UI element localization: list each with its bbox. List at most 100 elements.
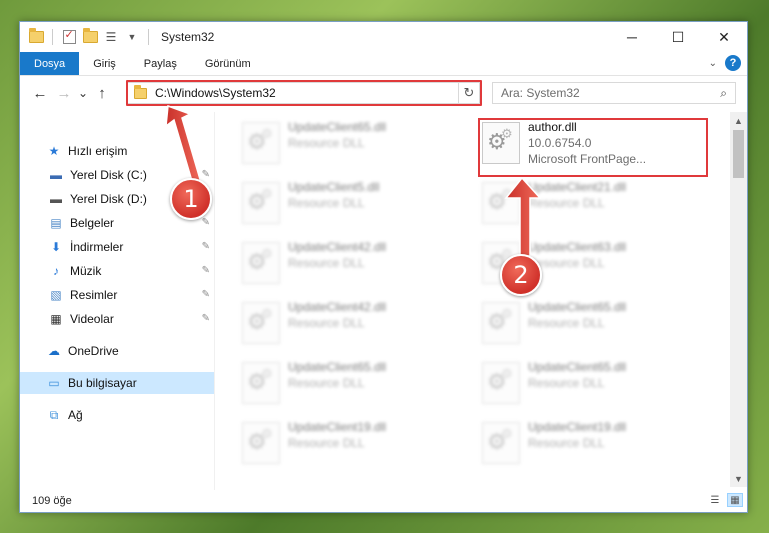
scrollbar-thumb[interactable] — [733, 130, 744, 178]
drive-icon: ▬ — [50, 192, 62, 206]
recent-locations-button[interactable]: ⌄ — [76, 81, 90, 105]
expand-ribbon-icon[interactable]: ⌄ — [709, 58, 717, 69]
file-description: Resource DLL — [528, 436, 605, 450]
minimize-button[interactable]: ─ — [609, 22, 655, 52]
file-info: UpdateClient42.dll Resource DLL — [288, 239, 386, 271]
file-item[interactable]: UpdateClient19.dll Resource DLL — [236, 416, 461, 472]
navigation-bar: ← → ⌄ ↑ C:\Windows\System32 ⌄ ↻ Ara: Sys… — [20, 77, 747, 109]
toolbar-divider — [52, 29, 53, 45]
file-description: Resource DLL — [528, 376, 605, 390]
file-info: UpdateClient42.dll Resource DLL — [288, 299, 386, 331]
file-item[interactable]: UpdateClient65.dll Resource DLL — [476, 296, 701, 352]
folder-icon — [28, 28, 44, 45]
ribbon-right-controls: ⌄ ? — [709, 55, 741, 71]
file-item[interactable]: UpdateClient65.dll Resource DLL — [236, 116, 461, 172]
help-icon[interactable]: ? — [725, 55, 741, 71]
ribbon-tabs: Dosya Giriş Paylaş Görünüm ⌄ ? — [20, 52, 747, 76]
file-item[interactable]: UpdateClient65.dll Resource DLL — [476, 356, 701, 412]
file-name: UpdateClient19.dll — [528, 420, 627, 434]
computer-icon: ▭ — [48, 376, 60, 390]
dll-file-icon — [242, 242, 280, 284]
sidebar-item[interactable]: ▦ Videolar ✎ — [20, 308, 214, 330]
properties-icon[interactable] — [61, 28, 77, 45]
videos-icon: ▦ — [50, 312, 62, 326]
maximize-button[interactable]: ☐ — [655, 22, 701, 52]
dll-file-icon — [242, 362, 280, 404]
scroll-up-icon[interactable]: ▲ — [730, 112, 747, 129]
tab-view[interactable]: Görünüm — [191, 52, 265, 75]
pin-icon[interactable]: ✎ — [202, 289, 210, 300]
documents-icon: ▤ — [50, 216, 62, 230]
details-view-icon[interactable]: ☰ — [707, 493, 723, 507]
file-item[interactable]: UpdateClient42.dll Resource DLL — [236, 296, 461, 352]
dll-file-icon — [242, 422, 280, 464]
annotation-badge-1: 1 — [170, 178, 212, 220]
quick-access-toolbar: ☰ ▼ System32 — [20, 22, 214, 52]
sidebar-item-label: OneDrive — [68, 344, 119, 358]
downloads-icon: ⬇ — [50, 240, 62, 254]
sidebar-item-label: Müzik — [70, 264, 102, 278]
sidebar-item[interactable]: ⬇ İndirmeler ✎ — [20, 236, 214, 258]
file-description: Resource DLL — [288, 136, 365, 150]
back-button[interactable]: ← — [28, 81, 52, 105]
scroll-down-icon[interactable]: ▼ — [730, 470, 747, 487]
file-explorer-window: ☰ ▼ System32 ─ ☐ ✕ Dosya Giriş Paylaş Gö… — [19, 21, 748, 513]
file-list: UpdateClient65.dllResource DLL UpdateClie… — [216, 112, 730, 492]
forward-button[interactable]: → — [52, 81, 76, 105]
pin-icon[interactable]: ✎ — [202, 265, 210, 276]
file-highlight-box — [478, 118, 708, 177]
file-description: Resource DLL — [288, 316, 365, 330]
file-item[interactable]: UpdateClient42.dll Resource DLL — [236, 236, 461, 292]
pin-icon[interactable]: ✎ — [202, 217, 210, 228]
pictures-icon: ▧ — [50, 288, 62, 302]
search-icon[interactable]: ⌕ — [720, 86, 727, 101]
file-item[interactable]: UpdateClient19.dll Resource DLL — [476, 416, 701, 472]
file-description: Resource DLL — [288, 376, 365, 390]
file-name: UpdateClient42.dll — [288, 300, 387, 314]
file-item[interactable]: UpdateClient65.dll Resource DLL — [236, 356, 461, 412]
sidebar-item[interactable]: ⧉ Ağ — [20, 404, 214, 426]
up-button[interactable]: ↑ — [90, 81, 114, 105]
star-icon: ★ — [48, 144, 60, 158]
file-description: Resource DLL — [288, 256, 365, 270]
toolbar-divider — [148, 29, 149, 45]
view-toggle: ☰ ▦ — [707, 493, 743, 507]
sidebar-item-label: Belgeler — [70, 216, 115, 230]
sidebar-item[interactable]: ▭ Bu bilgisayar — [20, 372, 214, 394]
status-bar: 109 öğe ☰ ▦ — [20, 490, 747, 512]
pin-icon[interactable]: ✎ — [202, 313, 210, 324]
sidebar-item[interactable]: ☁ OneDrive — [20, 340, 214, 362]
file-info: UpdateClient65.dll Resource DLL — [528, 359, 626, 391]
annotation-arrow-2 — [504, 176, 542, 257]
pin-icon[interactable]: ✎ — [202, 241, 210, 252]
file-description: Resource DLL — [288, 196, 365, 210]
customize-toolbar-icon[interactable]: ☰ — [103, 29, 119, 45]
annotation-badge-2: 2 — [500, 254, 542, 296]
sidebar-item-label: İndirmeler — [70, 240, 124, 254]
chevron-down-icon[interactable]: ▼ — [124, 29, 140, 45]
tab-file[interactable]: Dosya — [20, 52, 80, 75]
dll-file-icon — [242, 302, 280, 344]
file-info: UpdateClient65.dll Resource DLL — [288, 119, 386, 151]
item-count: 109 öğe — [32, 495, 72, 507]
sidebar-item[interactable]: ▧ Resimler ✎ — [20, 284, 214, 306]
file-description: Resource DLL — [528, 316, 605, 330]
search-input[interactable]: Ara: System32 ⌕ — [492, 82, 736, 104]
large-icons-view-icon[interactable]: ▦ — [727, 493, 743, 507]
close-button[interactable]: ✕ — [701, 22, 747, 52]
file-info: UpdateClient5.dll Resource DLL — [288, 179, 379, 211]
tab-share[interactable]: Paylaş — [130, 52, 191, 75]
vertical-scrollbar[interactable]: ▲ ▼ — [730, 112, 747, 487]
file-name: UpdateClient5.dll — [288, 180, 380, 194]
sidebar-item-label: Yerel Disk (D:) — [70, 192, 147, 206]
sidebar-item-label: Yerel Disk (C:) — [70, 168, 147, 182]
tab-home[interactable]: Giriş — [79, 52, 130, 75]
network-icon: ⧉ — [49, 407, 59, 422]
file-item[interactable]: UpdateClient5.dll Resource DLL — [236, 176, 461, 232]
file-name: UpdateClient19.dll — [288, 420, 387, 434]
music-icon: ♪ — [53, 264, 59, 278]
new-folder-icon[interactable] — [82, 28, 98, 45]
sidebar-item-label: Videolar — [70, 312, 114, 326]
sidebar-item[interactable]: ♪ Müzik ✎ — [20, 260, 214, 282]
search-placeholder: Ara: System32 — [501, 86, 580, 100]
